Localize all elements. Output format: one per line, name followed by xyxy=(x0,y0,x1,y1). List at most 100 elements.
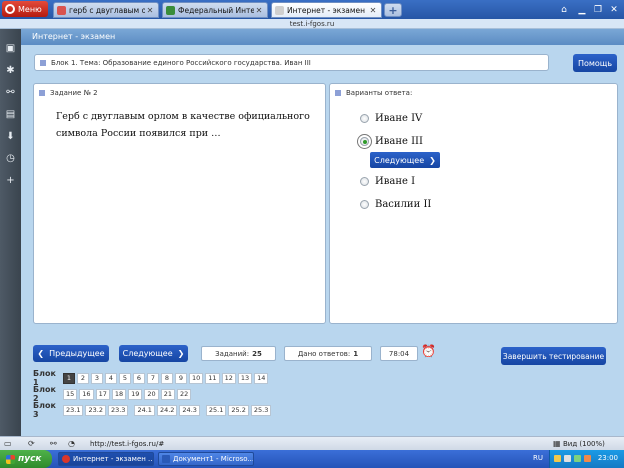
radio-button[interactable] xyxy=(360,177,369,186)
task-panel: Задание № 2 Герб с двуглавым орлом в кач… xyxy=(33,83,326,324)
tab-search-result[interactable]: герб с двуглавым орло... ✕ xyxy=(53,2,159,18)
task-cell[interactable]: 17 xyxy=(95,388,110,400)
answer-option[interactable]: Иване IV xyxy=(360,113,422,124)
task-cell[interactable]: 5 xyxy=(119,372,131,384)
answer-option[interactable]: Василии II xyxy=(360,199,431,210)
task-cell[interactable]: 21 xyxy=(160,388,175,400)
task-cell[interactable]: 23.2 xyxy=(85,404,106,416)
task-cell[interactable]: 9 xyxy=(175,372,187,384)
favicon-icon xyxy=(275,5,284,15)
task-cell[interactable]: 24.1 xyxy=(134,404,155,416)
tasks-count-value: 25 xyxy=(252,349,262,358)
block-title: Блок 1. Тема: Образование единого Россий… xyxy=(51,58,311,67)
start-button[interactable]: пуск xyxy=(0,450,52,468)
help-button[interactable]: Помощь xyxy=(573,54,617,72)
answer-option[interactable]: Иване I xyxy=(360,176,415,187)
start-label: пуск xyxy=(18,454,42,464)
task-cell[interactable]: 24.2 xyxy=(156,404,178,416)
task-cell[interactable]: 18 xyxy=(111,388,127,400)
next-inline-label: Следующее xyxy=(374,155,425,165)
finish-test-button[interactable]: Завершить тестирование xyxy=(501,347,606,365)
answers-heading-label: Варианты ответа: xyxy=(346,89,413,97)
opera-menu-button[interactable]: Меню xyxy=(2,1,48,17)
close-window-icon[interactable]: ✕ xyxy=(606,2,622,17)
unite-icon[interactable]: ⚯ xyxy=(5,87,16,98)
task-cell[interactable]: 25.3 xyxy=(250,404,272,416)
task-cell[interactable]: 20 xyxy=(144,388,159,400)
task-cell[interactable]: 24.3 xyxy=(179,404,200,416)
status-url: http://test.i-fgos.ru/# xyxy=(90,440,165,448)
history-icon[interactable]: ◷ xyxy=(5,153,16,164)
task-cell[interactable]: 13 xyxy=(237,372,253,384)
answer-option-selected[interactable]: Иване III xyxy=(360,136,423,147)
alarm-clock-icon: ⏰ xyxy=(421,344,436,358)
tab-internet-exam[interactable]: Интернет - экзамен ✕ xyxy=(271,2,382,18)
previous-button[interactable]: ❮ Предыдущее xyxy=(33,345,109,362)
widgets-icon[interactable]: ✱ xyxy=(5,65,16,76)
language-indicator[interactable]: RU xyxy=(533,454,543,462)
exam-page: Блок 1. Тема: Образование единого Россий… xyxy=(21,45,624,436)
tray-app-icon[interactable] xyxy=(554,455,561,462)
task-cell[interactable]: 25.2 xyxy=(228,404,249,416)
add-panel-icon[interactable]: + xyxy=(5,175,16,186)
task-cell[interactable]: 25.1 xyxy=(205,404,227,416)
close-icon[interactable]: ✕ xyxy=(145,6,155,15)
next-inline-button[interactable]: Следующее ❯ xyxy=(370,152,440,168)
square-bullet-icon xyxy=(335,90,341,96)
task-cell[interactable]: 6 xyxy=(133,372,145,384)
task-cell[interactable]: 23.3 xyxy=(107,404,129,416)
chevron-right-icon: ❯ xyxy=(429,155,436,165)
tray-volume-icon[interactable] xyxy=(584,455,591,462)
radio-button[interactable] xyxy=(360,200,369,209)
task-cell[interactable]: 12 xyxy=(221,372,236,384)
speed-dial-icon[interactable]: ◔ xyxy=(68,438,75,450)
tasks-count-label: Заданий: xyxy=(215,349,250,358)
task-cell[interactable]: 2 xyxy=(77,372,89,384)
timer-box: 78:04 xyxy=(380,346,418,361)
task-cell[interactable]: 3 xyxy=(91,372,103,384)
browser-tab-bar: Меню герб с двуглавым орло... ✕ Федераль… xyxy=(0,0,624,19)
task-cell[interactable]: 15 xyxy=(63,388,78,400)
home-icon[interactable]: ⌂ xyxy=(556,2,572,17)
close-icon[interactable]: ✕ xyxy=(254,6,264,15)
tray-network-icon[interactable] xyxy=(564,455,571,462)
bookmarks-icon[interactable]: ▣ xyxy=(5,43,16,54)
answers-panel: Варианты ответа: Иване IV Иване III След… xyxy=(329,83,618,324)
tray-shield-icon[interactable] xyxy=(574,455,581,462)
task-cell[interactable]: 4 xyxy=(105,372,117,384)
task-cell-current[interactable]: 1 xyxy=(63,372,75,384)
restore-icon[interactable]: ❐ xyxy=(590,2,606,17)
task-cell[interactable]: 8 xyxy=(161,372,173,384)
minimize-icon[interactable]: ▁ xyxy=(574,2,590,17)
task-cell[interactable]: 23.1 xyxy=(63,404,84,416)
task-cell[interactable]: 14 xyxy=(254,372,269,384)
chevron-right-icon: ❯ xyxy=(177,349,185,358)
task-cell[interactable]: 16 xyxy=(79,388,94,400)
downloads-icon[interactable]: ⬇ xyxy=(5,131,16,142)
taskbar-item-browser[interactable]: Интернет - экзамен ... xyxy=(58,452,154,466)
browser-side-panel: ▣ ✱ ⚯ ▤ ⬇ ◷ + xyxy=(0,29,21,436)
task-cell[interactable]: 11 xyxy=(205,372,220,384)
answers-heading: Варианты ответа: xyxy=(335,89,412,97)
radio-button-checked[interactable] xyxy=(360,137,369,146)
radio-button[interactable] xyxy=(360,114,369,123)
close-icon[interactable]: ✕ xyxy=(368,6,378,15)
reload-icon[interactable]: ⟳ xyxy=(28,438,35,450)
share-icon[interactable]: ⚯ xyxy=(50,438,57,450)
task-cell[interactable]: 10 xyxy=(189,372,204,384)
system-clock[interactable]: 23:00 xyxy=(598,454,618,462)
panel-toggle-icon[interactable]: ▭ xyxy=(4,438,12,450)
browser-status-bar: ▭ ⟳ ⚯ ◔ http://test.i-fgos.ru/# ▦ Вид (1… xyxy=(0,436,624,450)
tasks-count-box: Заданий: 25 xyxy=(201,346,276,361)
tab-federal-internet[interactable]: Федеральный Интерне... ✕ xyxy=(162,2,268,18)
zoom-level[interactable]: Вид (100%) xyxy=(563,437,605,451)
notes-icon[interactable]: ▤ xyxy=(5,109,16,120)
next-button[interactable]: Следующее ❯ xyxy=(119,345,188,362)
address-bar[interactable]: test.i-fgos.ru xyxy=(0,19,624,29)
taskbar-item-word[interactable]: Документ1 - Microso... xyxy=(158,452,254,466)
task-cell[interactable]: 19 xyxy=(128,388,143,400)
windows-taskbar: пуск Интернет - экзамен ... Документ1 - … xyxy=(0,450,624,468)
task-cell[interactable]: 22 xyxy=(176,388,192,400)
new-tab-button[interactable]: + xyxy=(384,3,402,17)
task-cell[interactable]: 7 xyxy=(147,372,159,384)
